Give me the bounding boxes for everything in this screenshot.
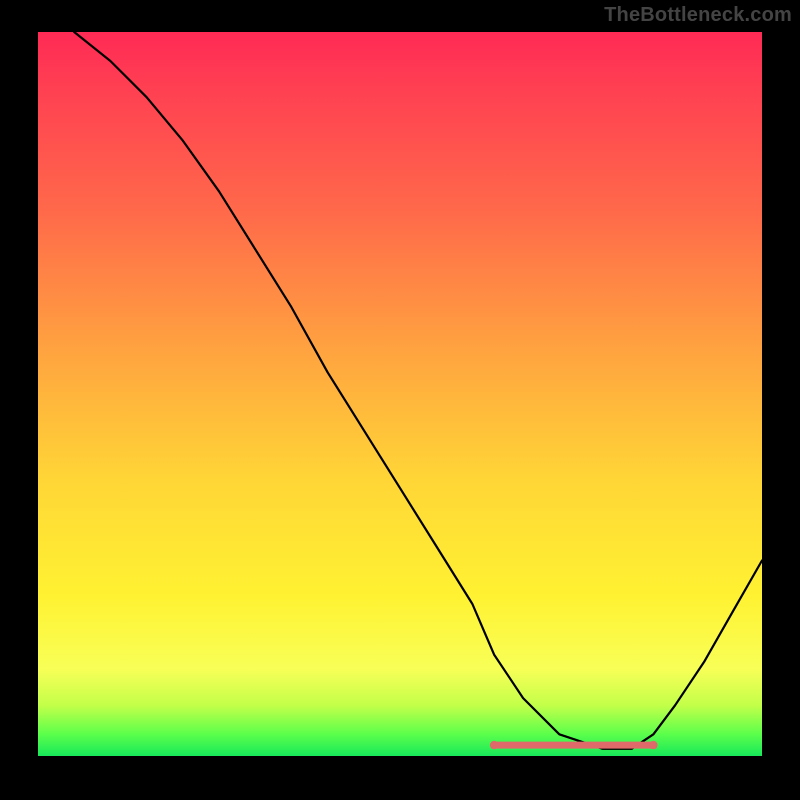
- watermark-label: TheBottleneck.com: [604, 4, 792, 27]
- optimal-region-dot-left: [490, 741, 498, 749]
- bottleneck-curve: [74, 32, 762, 749]
- curve-svg: [38, 32, 762, 756]
- chart-container: TheBottleneck.com: [0, 0, 800, 800]
- optimal-region-dot-right: [649, 741, 657, 749]
- plot-area: [38, 32, 762, 756]
